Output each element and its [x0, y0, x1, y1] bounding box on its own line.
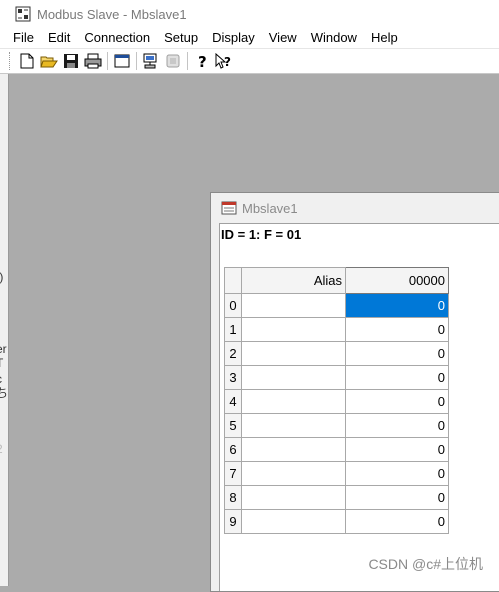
menu-edit[interactable]: Edit [41, 28, 77, 48]
table-row: 3 0 [224, 365, 449, 390]
menu-connection[interactable]: Connection [77, 28, 157, 48]
menu-bar: File Edit Connection Setup Display View … [0, 28, 499, 48]
toolbar: ? ? [0, 48, 499, 74]
save-button[interactable] [60, 50, 82, 72]
row-index[interactable]: 7 [224, 461, 242, 486]
alias-cell[interactable] [241, 485, 346, 510]
value-cell[interactable]: 0 [345, 341, 449, 366]
value-cell[interactable]: 0 [345, 509, 449, 534]
alias-cell[interactable] [241, 341, 346, 366]
table-row: 7 0 [224, 461, 449, 486]
alias-column-header[interactable]: Alias [241, 267, 346, 294]
row-index[interactable]: 2 [224, 341, 242, 366]
table-row: 2 0 [224, 341, 449, 366]
toolbar-separator [136, 52, 137, 70]
menu-help[interactable]: Help [364, 28, 405, 48]
grid-corner[interactable] [224, 267, 242, 294]
alias-cell[interactable] [241, 461, 346, 486]
table-row: 5 0 [224, 413, 449, 438]
child-window-title: Mbslave1 [242, 200, 298, 216]
value-cell[interactable]: 0 [345, 293, 449, 318]
svg-text:?: ? [224, 55, 231, 69]
table-row: 8 0 [224, 485, 449, 510]
child-client-area: ID = 1: F = 01 Alias 00000 0 0 1 0 2 0 3… [219, 223, 499, 591]
connect-button[interactable] [140, 50, 162, 72]
help-button[interactable]: ? [191, 50, 213, 72]
left-window-fragment: ]) er T c ち 2 [0, 74, 9, 586]
connect-icon [143, 53, 157, 69]
alias-cell[interactable] [241, 389, 346, 414]
svg-text:?: ? [198, 53, 207, 69]
value-cell[interactable]: 0 [345, 365, 449, 390]
table-row: 1 0 [224, 317, 449, 342]
modbus-app-icon [15, 6, 31, 22]
watermark: CSDN @c#上位机 [368, 556, 483, 572]
table-row: 4 0 [224, 389, 449, 414]
menu-display[interactable]: Display [205, 28, 262, 48]
window-title: Modbus Slave - Mbslave1 [37, 6, 187, 22]
new-icon [20, 53, 34, 69]
fragment-text: er [0, 342, 7, 356]
document-icon [221, 201, 237, 215]
fragment-text: 2 [0, 442, 3, 456]
table-row: 0 0 [224, 293, 449, 318]
print-button[interactable] [82, 50, 104, 72]
alias-cell[interactable] [241, 293, 346, 318]
fragment-text: ]) [0, 270, 3, 284]
menu-view[interactable]: View [262, 28, 304, 48]
slave-id-line: ID = 1: F = 01 [221, 227, 302, 242]
value-cell[interactable]: 0 [345, 437, 449, 462]
value-cell[interactable]: 0 [345, 317, 449, 342]
fragment-text: ち [0, 384, 8, 401]
register-grid: Alias 00000 0 0 1 0 2 0 3 0 4 0 5 0 6 0 … [224, 267, 449, 534]
disconnect-button[interactable] [162, 50, 184, 72]
print-icon [84, 53, 102, 69]
toolbar-separator [107, 52, 108, 70]
value-cell[interactable]: 0 [345, 461, 449, 486]
value-cell[interactable]: 0 [345, 485, 449, 510]
alias-cell[interactable] [241, 413, 346, 438]
row-index[interactable]: 4 [224, 389, 242, 414]
title-bar: Modbus Slave - Mbslave1 [0, 0, 499, 28]
alias-cell[interactable] [241, 437, 346, 462]
fragment-text: T [0, 356, 3, 370]
menu-file[interactable]: File [0, 28, 41, 48]
menu-setup[interactable]: Setup [157, 28, 205, 48]
table-row: 9 0 [224, 509, 449, 534]
child-title-bar[interactable]: Mbslave1 [211, 193, 499, 223]
toolbar-separator [187, 52, 188, 70]
table-row: 6 0 [224, 437, 449, 462]
row-index[interactable]: 8 [224, 485, 242, 510]
register-column-header[interactable]: 00000 [345, 267, 449, 294]
open-icon [40, 56, 58, 68]
row-index[interactable]: 1 [224, 317, 242, 342]
context-help-icon: ? [215, 53, 231, 69]
alias-cell[interactable] [241, 509, 346, 534]
row-index[interactable]: 6 [224, 437, 242, 462]
new-button[interactable] [16, 50, 38, 72]
help-icon: ? [198, 53, 207, 69]
grid-header-row: Alias 00000 [224, 267, 449, 294]
window-icon [114, 54, 130, 68]
disconnect-icon [166, 54, 180, 68]
open-button[interactable] [38, 50, 60, 72]
row-index[interactable]: 5 [224, 413, 242, 438]
row-index[interactable]: 0 [224, 293, 242, 318]
window-button[interactable] [111, 50, 133, 72]
alias-cell[interactable] [241, 317, 346, 342]
value-cell[interactable]: 0 [345, 413, 449, 438]
alias-cell[interactable] [241, 365, 346, 390]
save-icon [64, 54, 78, 68]
toolbar-grip[interactable] [9, 52, 12, 70]
row-index[interactable]: 9 [224, 509, 242, 534]
row-index[interactable]: 3 [224, 365, 242, 390]
context-help-button[interactable]: ? [213, 50, 235, 72]
value-cell[interactable]: 0 [345, 389, 449, 414]
menu-window[interactable]: Window [304, 28, 364, 48]
mbslave-window[interactable]: Mbslave1 ID = 1: F = 01 Alias 00000 0 0 … [210, 192, 499, 592]
